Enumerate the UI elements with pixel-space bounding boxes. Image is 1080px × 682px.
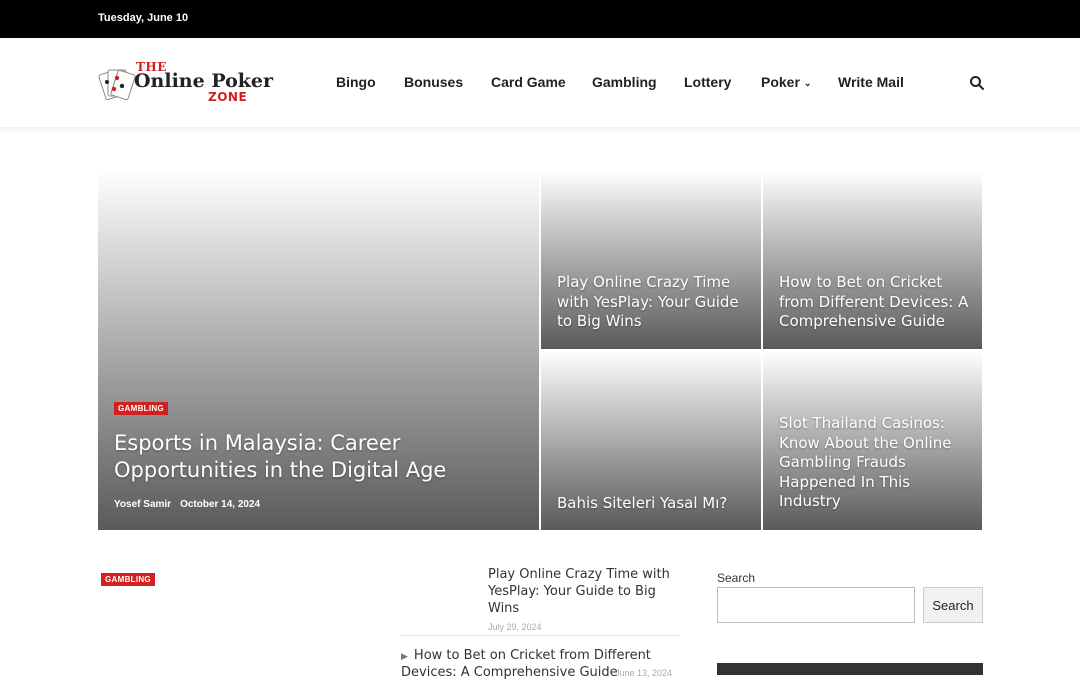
playing-cards-icon — [98, 69, 136, 101]
featured-tile-title[interactable]: Slot Thailand Casinos: Know About the On… — [779, 414, 975, 512]
nav-item-bingo[interactable]: Bingo — [336, 74, 376, 90]
category-badge[interactable]: GAMBLING — [114, 402, 168, 415]
list-item-title[interactable]: How to Bet on Cricket from Different Dev… — [401, 648, 651, 680]
caret-right-icon: ▶ — [401, 652, 408, 662]
nav-item-bonuses[interactable]: Bonuses — [404, 74, 463, 90]
sidebar-widget — [717, 663, 983, 675]
search-icon[interactable] — [969, 75, 985, 91]
post-author[interactable]: Yosef Samir — [114, 499, 171, 510]
search-button[interactable]: Search — [923, 587, 983, 623]
featured-tile[interactable]: Play Online Crazy Time with YesPlay: You… — [541, 170, 761, 349]
divider — [401, 635, 679, 636]
featured-tile-title[interactable]: Play Online Crazy Time with YesPlay: You… — [557, 273, 753, 332]
logo-zone: ZONE — [208, 90, 248, 104]
current-date: Tuesday, June 10 — [98, 12, 189, 24]
search-input[interactable] — [717, 587, 915, 623]
chevron-down-icon: ⌄ — [803, 78, 812, 88]
featured-tile[interactable]: Slot Thailand Casinos: Know About the On… — [763, 351, 982, 530]
nav-item-write-mail[interactable]: Write Mail — [838, 74, 904, 90]
nav-item-lottery[interactable]: Lottery — [684, 74, 731, 90]
search-label: Search — [717, 571, 756, 585]
list-item[interactable]: Play Online Crazy Time with YesPlay: You… — [488, 567, 688, 632]
list-item-date: June 13, 2024 — [615, 668, 673, 678]
post-meta: Yosef Samir October 14, 2024 — [114, 499, 260, 510]
featured-main-title[interactable]: Esports in Malaysia: Career Opportunitie… — [114, 430, 514, 485]
site-logo[interactable]: THE Online Poker ZONE — [98, 60, 274, 108]
post-date: October 14, 2024 — [180, 499, 261, 510]
site-header: THE Online Poker ZONE Bingo Bonuses Card… — [0, 38, 1080, 127]
featured-tile[interactable]: Bahis Siteleri Yasal Mı? — [541, 351, 761, 530]
featured-main-post[interactable]: GAMBLING Esports in Malaysia: Career Opp… — [98, 170, 539, 530]
list-item-title[interactable]: Play Online Crazy Time with YesPlay: You… — [488, 567, 688, 618]
list-item-date: July 29, 2024 — [488, 621, 542, 632]
nav-item-poker-label: Poker — [761, 74, 800, 90]
featured-tile-title[interactable]: How to Bet on Cricket from Different Dev… — [779, 273, 975, 332]
nav-item-gambling[interactable]: Gambling — [592, 74, 657, 90]
nav-item-card-game[interactable]: Card Game — [491, 74, 566, 90]
category-badge[interactable]: GAMBLING — [101, 573, 155, 586]
list-item[interactable]: ▶ How to Bet on Cricket from Different De… — [401, 648, 679, 682]
featured-tile[interactable]: How to Bet on Cricket from Different Dev… — [763, 170, 982, 349]
top-bar: Tuesday, June 10 — [0, 0, 1080, 38]
featured-tile-title[interactable]: Bahis Siteleri Yasal Mı? — [557, 494, 753, 514]
logo-main: Online Poker — [134, 70, 274, 92]
nav-item-poker[interactable]: Poker ⌄ — [761, 74, 811, 90]
